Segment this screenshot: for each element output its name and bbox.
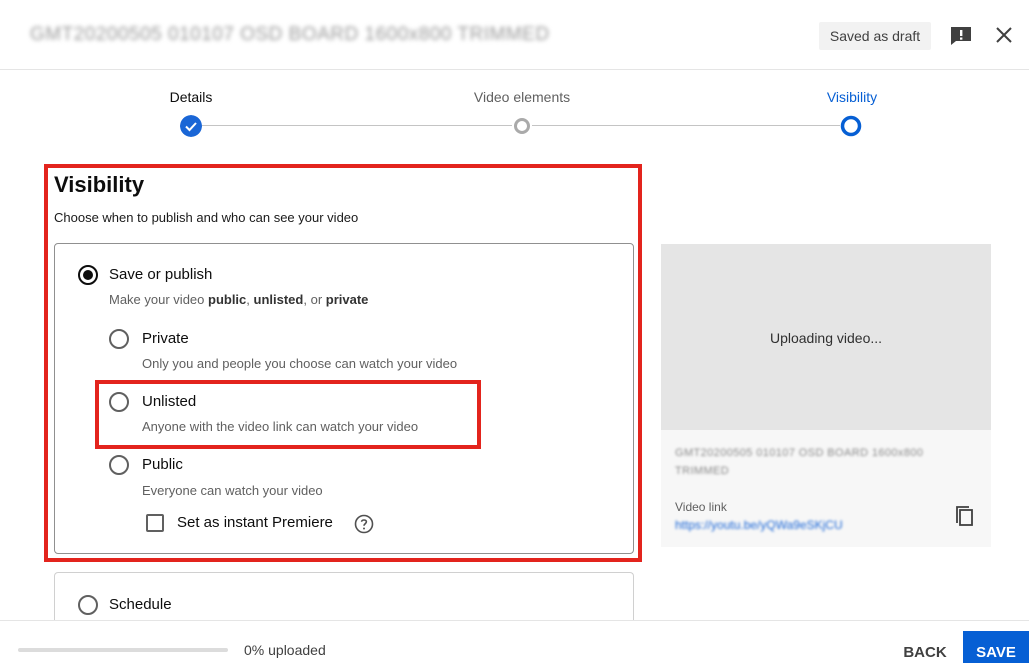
uploading-status: Uploading video...	[769, 330, 883, 346]
save-or-publish-radio[interactable]	[78, 265, 98, 285]
step-connector	[532, 125, 840, 126]
video-info: GMT20200505 010107 OSD BOARD 1600x800 TR…	[661, 430, 991, 547]
schedule-radio[interactable]	[78, 595, 98, 615]
feedback-icon[interactable]	[950, 26, 972, 46]
save-or-publish-desc: Make your video public, unlisted, or pri…	[109, 292, 369, 307]
public-label: Public	[142, 456, 183, 473]
step-visibility[interactable]: Visibility	[772, 89, 932, 105]
private-radio[interactable]	[109, 329, 129, 349]
video-title: GMT20200505 010107 OSD BOARD 1600x800 TR…	[30, 24, 550, 45]
upload-stepper: Details Video elements Visibility	[0, 80, 1029, 150]
unlisted-highlight-box	[95, 380, 481, 449]
dialog-footer: 0% uploaded BACK SAVE	[0, 620, 1029, 663]
schedule-label: Schedule	[109, 596, 172, 613]
dialog-header: GMT20200505 010107 OSD BOARD 1600x800 TR…	[0, 0, 1029, 70]
step-connector	[202, 125, 512, 126]
step-current-dot-icon	[840, 115, 862, 137]
video-link[interactable]: https://youtu.be/yQWa9eSKjCU	[675, 518, 843, 532]
public-radio[interactable]	[109, 455, 129, 475]
video-preview-card: Uploading video... GMT20200505 010107 OS…	[661, 244, 991, 547]
video-link-label: Video link	[675, 500, 727, 514]
visibility-heading: Visibility	[54, 172, 145, 197]
instant-premiere-checkbox[interactable]	[146, 514, 164, 532]
copy-icon[interactable]	[953, 504, 977, 530]
upload-progress-text: 0% uploaded	[244, 642, 326, 658]
upload-progress-bar	[18, 648, 228, 652]
video-thumbnail-area: Uploading video...	[661, 244, 991, 430]
step-video-elements[interactable]: Video elements	[442, 89, 602, 105]
back-button[interactable]: BACK	[893, 631, 957, 663]
unlisted-radio[interactable]	[109, 392, 129, 412]
save-or-publish-label: Save or publish	[109, 266, 213, 283]
saved-as-draft-badge: Saved as draft	[819, 22, 931, 50]
step-details[interactable]: Details	[111, 89, 271, 105]
step-pending-dot-icon	[514, 118, 530, 134]
unlisted-desc: Anyone with the video link can watch you…	[142, 419, 419, 434]
help-icon[interactable]	[354, 514, 374, 534]
video-filename: GMT20200505 010107 OSD BOARD 1600x800 TR…	[675, 447, 924, 477]
close-icon[interactable]	[993, 24, 1015, 46]
unlisted-label: Unlisted	[142, 393, 197, 410]
instant-premiere-label: Set as instant Premiere	[177, 514, 333, 531]
private-desc: Only you and people you choose can watch…	[142, 356, 458, 371]
visibility-subtitle: Choose when to publish and who can see y…	[54, 210, 359, 225]
private-label: Private	[142, 330, 189, 347]
save-button[interactable]: SAVE	[963, 631, 1029, 663]
public-desc: Everyone can watch your video	[142, 483, 323, 498]
step-done-check-icon	[180, 115, 202, 137]
